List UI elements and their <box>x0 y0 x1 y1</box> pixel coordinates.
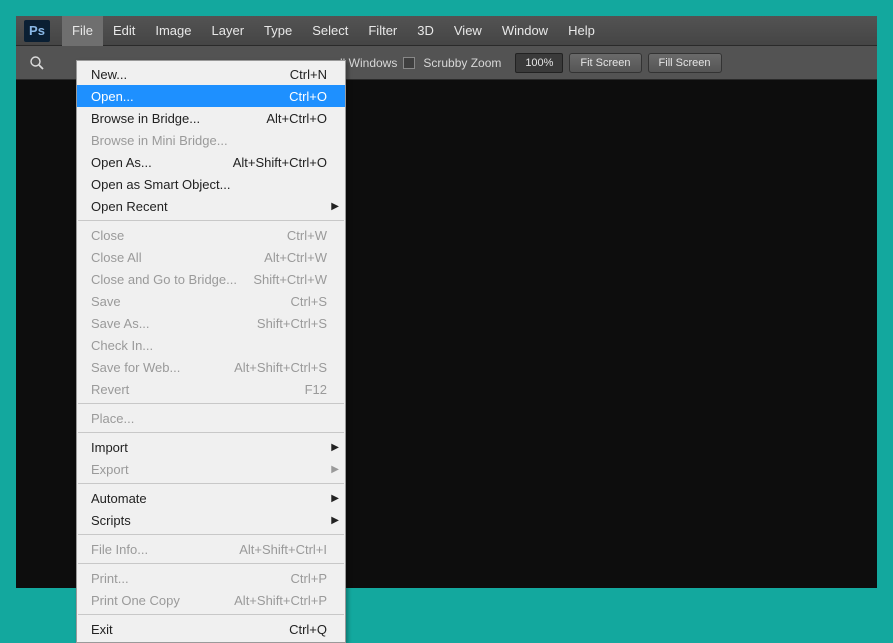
menu-item-label: Place... <box>91 411 327 426</box>
menu-item-label: Print... <box>91 571 291 586</box>
menu-item-label: Save <box>91 294 291 309</box>
menu-item-shortcut: F12 <box>305 382 327 397</box>
menu-separator <box>78 403 344 404</box>
menu-item-shortcut: Ctrl+S <box>291 294 327 309</box>
menu-item-save: SaveCtrl+S <box>77 290 345 312</box>
menu-item-place: Place... <box>77 407 345 429</box>
menu-item-file-info: File Info...Alt+Shift+Ctrl+I <box>77 538 345 560</box>
menu-item-label: Import <box>91 440 327 455</box>
menu-item-revert: RevertF12 <box>77 378 345 400</box>
menu-3d[interactable]: 3D <box>407 16 444 46</box>
submenu-arrow-icon: ▶ <box>331 442 339 453</box>
menu-item-open-as[interactable]: Open As...Alt+Shift+Ctrl+O <box>77 151 345 173</box>
menu-separator <box>78 563 344 564</box>
menu-item-export: Export ▶ <box>77 458 345 480</box>
menu-item-shortcut: Alt+Ctrl+W <box>264 250 327 265</box>
zoom-tool-icon[interactable] <box>24 52 50 74</box>
fit-screen-button[interactable]: Fit Screen <box>569 53 641 73</box>
menu-window[interactable]: Window <box>492 16 558 46</box>
menu-item-new[interactable]: New...Ctrl+N <box>77 63 345 85</box>
menu-item-label: Close All <box>91 250 264 265</box>
menu-item-exit[interactable]: ExitCtrl+Q <box>77 618 345 640</box>
menu-item-shortcut: Ctrl+O <box>289 89 327 104</box>
menu-separator <box>78 432 344 433</box>
menu-item-shortcut: Ctrl+N <box>290 67 327 82</box>
scrubby-zoom-label: Scrubby Zoom <box>423 56 501 70</box>
submenu-arrow-icon: ▶ <box>331 493 339 504</box>
fill-screen-button[interactable]: Fill Screen <box>648 53 722 73</box>
menu-item-label: Revert <box>91 382 305 397</box>
menu-item-close-all: Close AllAlt+Ctrl+W <box>77 246 345 268</box>
menu-item-shortcut: Alt+Shift+Ctrl+P <box>234 593 327 608</box>
menu-item-browse-in-mini-bridge: Browse in Mini Bridge... <box>77 129 345 151</box>
scrubby-zoom-checkbox[interactable] <box>403 57 415 69</box>
menu-item-open-as-smart-object[interactable]: Open as Smart Object... <box>77 173 345 195</box>
submenu-arrow-icon: ▶ <box>331 515 339 526</box>
menu-filter[interactable]: Filter <box>358 16 407 46</box>
menu-item-browse-in-bridge[interactable]: Browse in Bridge...Alt+Ctrl+O <box>77 107 345 129</box>
menu-item-shortcut: Ctrl+Q <box>289 622 327 637</box>
menu-separator <box>78 534 344 535</box>
menu-item-shortcut: Alt+Shift+Ctrl+S <box>234 360 327 375</box>
menu-item-label: File Info... <box>91 542 239 557</box>
menu-item-check-in: Check In... <box>77 334 345 356</box>
menu-item-label: Open Recent <box>91 199 327 214</box>
menu-item-print-one-copy: Print One CopyAlt+Shift+Ctrl+P <box>77 589 345 611</box>
menu-item-label: Export <box>91 462 327 477</box>
menu-separator <box>78 483 344 484</box>
menu-item-label: Open... <box>91 89 289 104</box>
menu-edit[interactable]: Edit <box>103 16 145 46</box>
menu-item-open-recent[interactable]: Open Recent ▶ <box>77 195 345 217</box>
menu-item-print: Print...Ctrl+P <box>77 567 345 589</box>
menu-item-close-and-go-to-bridge: Close and Go to Bridge...Shift+Ctrl+W <box>77 268 345 290</box>
menu-item-shortcut: Alt+Shift+Ctrl+I <box>239 542 327 557</box>
menu-item-label: Close and Go to Bridge... <box>91 272 253 287</box>
file-menu-dropdown: New...Ctrl+NOpen...Ctrl+OBrowse in Bridg… <box>76 60 346 643</box>
menu-item-open[interactable]: Open...Ctrl+O <box>77 85 345 107</box>
menu-item-save-as: Save As...Shift+Ctrl+S <box>77 312 345 334</box>
menu-item-label: Browse in Mini Bridge... <box>91 133 327 148</box>
menu-item-automate[interactable]: Automate ▶ <box>77 487 345 509</box>
menu-item-label: Check In... <box>91 338 327 353</box>
menu-item-shortcut: Ctrl+W <box>287 228 327 243</box>
menu-view[interactable]: View <box>444 16 492 46</box>
menu-image[interactable]: Image <box>145 16 201 46</box>
submenu-arrow-icon: ▶ <box>331 464 339 475</box>
menu-item-label: Open As... <box>91 155 233 170</box>
menu-item-label: Print One Copy <box>91 593 234 608</box>
menu-file[interactable]: File <box>62 16 103 46</box>
app-window: Ps FileEditImageLayerTypeSelectFilter3DV… <box>16 16 877 588</box>
menu-item-shortcut: Shift+Ctrl+W <box>253 272 327 287</box>
menu-item-label: Open as Smart Object... <box>91 177 327 192</box>
menu-item-save-for-web: Save for Web...Alt+Shift+Ctrl+S <box>77 356 345 378</box>
menu-separator <box>78 220 344 221</box>
menu-item-label: Exit <box>91 622 289 637</box>
menu-item-label: Scripts <box>91 513 327 528</box>
menu-item-shortcut: Alt+Ctrl+O <box>266 111 327 126</box>
menu-type[interactable]: Type <box>254 16 302 46</box>
menu-item-label: Save As... <box>91 316 257 331</box>
zoom-value-field[interactable]: 100% <box>515 53 563 73</box>
fit-all-windows-label: ll Windows <box>340 56 397 70</box>
app-logo: Ps <box>24 20 50 42</box>
menu-item-label: Save for Web... <box>91 360 234 375</box>
menu-item-label: Automate <box>91 491 327 506</box>
menu-bar: Ps FileEditImageLayerTypeSelectFilter3DV… <box>16 16 877 46</box>
menu-help[interactable]: Help <box>558 16 605 46</box>
menu-item-shortcut: Shift+Ctrl+S <box>257 316 327 331</box>
submenu-arrow-icon: ▶ <box>331 201 339 212</box>
menu-item-scripts[interactable]: Scripts ▶ <box>77 509 345 531</box>
menu-item-import[interactable]: Import ▶ <box>77 436 345 458</box>
menu-item-label: New... <box>91 67 290 82</box>
menu-item-label: Close <box>91 228 287 243</box>
menu-separator <box>78 614 344 615</box>
menu-item-shortcut: Alt+Shift+Ctrl+O <box>233 155 327 170</box>
menu-item-close: CloseCtrl+W <box>77 224 345 246</box>
menu-select[interactable]: Select <box>302 16 358 46</box>
menu-layer[interactable]: Layer <box>202 16 255 46</box>
menu-item-label: Browse in Bridge... <box>91 111 266 126</box>
menu-item-shortcut: Ctrl+P <box>291 571 327 586</box>
